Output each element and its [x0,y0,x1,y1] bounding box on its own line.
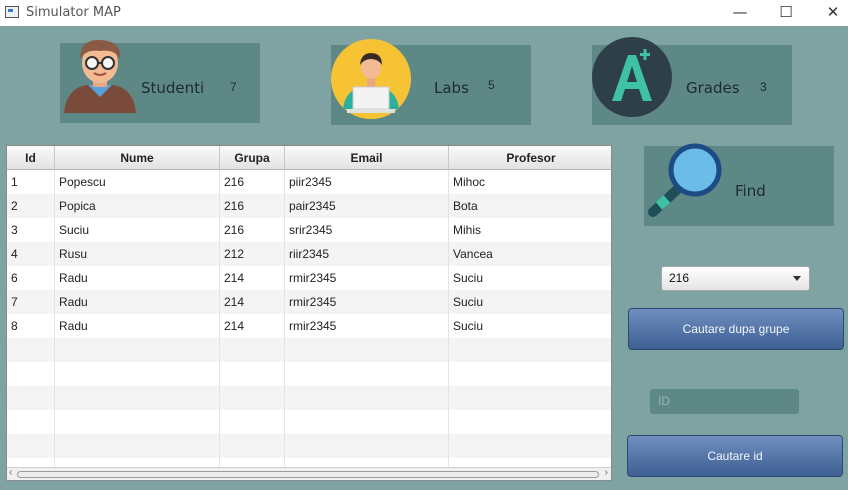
scrollbar-thumb[interactable] [17,471,599,478]
cell-id: 2 [7,194,55,218]
close-button[interactable]: ✕ [810,0,848,26]
empty-row [7,434,611,458]
studenti-card[interactable]: Studenti 7 [60,39,260,123]
lab-laptop-icon [331,39,411,119]
cell-id: 7 [7,290,55,314]
search-by-id-button[interactable]: Cautare id [627,435,843,477]
table-row[interactable]: 8 Radu 214 rmir2345 Suciu [7,314,611,338]
horizontal-scrollbar[interactable]: ‹ › [7,467,611,480]
column-header-grupa[interactable]: Grupa [220,146,285,170]
empty-row [7,386,611,410]
cell-nume: Popescu [55,170,220,194]
chevron-down-icon[interactable] [793,276,801,281]
cell-nume: Radu [55,266,220,290]
search-by-group-button[interactable]: Cautare dupa grupe [628,308,844,350]
cell-profesor: Suciu [453,271,484,285]
students-table[interactable]: Id Nume Grupa Email Profesor 1 Popescu 2… [6,145,612,481]
find-label: Find [735,182,766,200]
cell-grupa: 216 [220,170,285,194]
cell-grupa: 216 [220,194,285,218]
cell-profesor: Bota [453,199,478,213]
column-header-email[interactable]: Email [285,146,449,170]
cell-email: pair2345 [285,194,449,218]
minimize-button[interactable]: — [717,0,763,26]
table-header: Id Nume Grupa Email Profesor [7,146,611,170]
cell-profesor: Suciu [453,319,484,333]
cell-email: piir2345 [285,170,449,194]
cell-email: rmir2345 [285,266,449,290]
cell-grupa: 214 [220,266,285,290]
cell-id: 4 [7,242,55,266]
cell-profesor: Mihoc [453,175,486,189]
table-row[interactable]: 6 Radu 214 rmir2345 Suciu [7,266,611,290]
scroll-right-icon[interactable]: › [605,467,608,478]
cell-profesor: Vancea [453,247,493,261]
cell-id: 8 [7,314,55,338]
grades-card[interactable]: Grades 3 [592,37,792,125]
empty-row [7,410,611,434]
column-header-profesor[interactable]: Profesor [449,146,611,170]
cell-grupa: 212 [220,242,285,266]
studenti-count: 7 [230,80,237,94]
cell-nume: Rusu [55,242,220,266]
table-row[interactable]: 3 Suciu 216 srir2345 Mihis [7,218,611,242]
empty-row [7,338,611,362]
cell-grupa: 214 [220,314,285,338]
id-input[interactable] [650,389,799,414]
group-select-value: 216 [669,271,690,285]
cell-email: srir2345 [285,218,449,242]
labs-count: 5 [488,78,495,92]
scroll-left-icon[interactable]: ‹ [9,467,12,478]
window-title: Simulator MAP [26,5,121,20]
column-header-id[interactable]: Id [7,146,55,170]
cell-email: rmir2345 [285,314,449,338]
cell-email: riir2345 [285,242,449,266]
find-card[interactable]: Find [644,143,834,226]
app-window-icon [5,6,19,18]
grade-a-plus-icon [592,37,672,117]
cell-grupa: 214 [220,290,285,314]
cell-id: 6 [7,266,55,290]
cell-nume: Radu [55,314,220,338]
table-row[interactable]: 1 Popescu 216 piir2345 Mihoc [7,170,611,194]
empty-row [7,362,611,386]
cell-profesor: Mihis [453,223,482,237]
maximize-button[interactable]: ☐ [763,0,809,26]
table-row[interactable]: 4 Rusu 212 riir2345 Vancea [7,242,611,266]
cell-grupa: 216 [220,218,285,242]
grades-count: 3 [760,80,767,94]
student-avatar-icon [64,39,136,113]
cell-id: 1 [7,170,55,194]
grades-label: Grades [686,79,740,97]
cell-email: rmir2345 [285,290,449,314]
table-row[interactable]: 2 Popica 216 pair2345 Bota [7,194,611,218]
column-header-nume[interactable]: Nume [55,146,220,170]
group-select[interactable]: 216 [661,266,810,291]
magnifier-icon [648,143,722,217]
cell-id: 3 [7,218,55,242]
labs-label: Labs [434,79,469,97]
studenti-label: Studenti [141,79,205,97]
cell-profesor: Suciu [453,295,484,309]
title-bar: Simulator MAP — ☐ ✕ [0,0,848,26]
cell-nume: Radu [55,290,220,314]
table-row[interactable]: 7 Radu 214 rmir2345 Suciu [7,290,611,314]
cell-nume: Popica [55,194,220,218]
labs-card[interactable]: Labs 5 [331,39,531,125]
cell-nume: Suciu [55,218,220,242]
